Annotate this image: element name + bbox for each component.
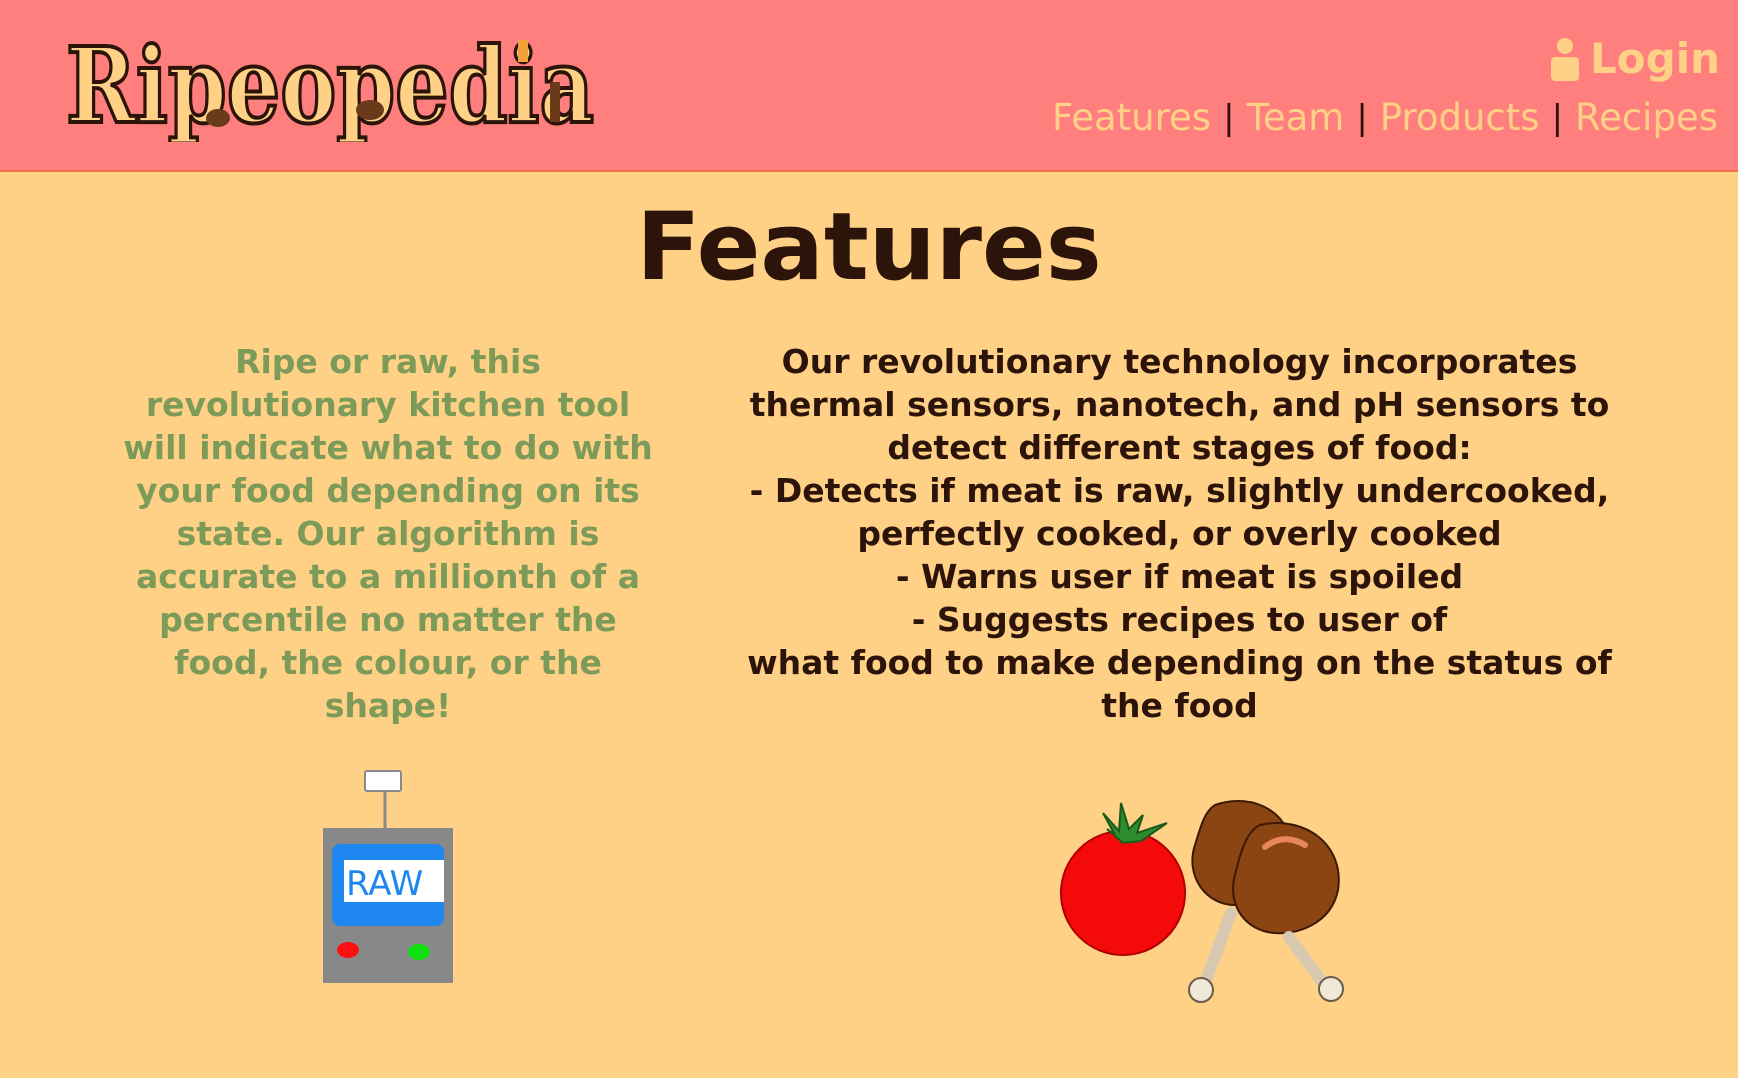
nav-separator: | bbox=[1551, 97, 1564, 138]
tomato-illustration bbox=[1060, 802, 1186, 956]
nav-item-team[interactable]: Team bbox=[1247, 96, 1345, 139]
nav-separator: | bbox=[1356, 97, 1368, 138]
page-title: Features bbox=[636, 193, 1102, 302]
description-line: detect different stages of food: bbox=[887, 428, 1472, 467]
nav-item-recipes[interactable]: Recipes bbox=[1575, 96, 1718, 139]
description-line: - Warns user if meat is spoiled bbox=[895, 557, 1464, 596]
nav-item-features[interactable]: Features bbox=[1052, 96, 1211, 139]
login-link[interactable]: Login bbox=[1550, 34, 1720, 83]
ripeopedia-logo[interactable]: Ripeopedia bbox=[60, 22, 600, 142]
description-line: Our revolutionary technology incorporate… bbox=[781, 342, 1578, 381]
description-line: the food bbox=[1101, 686, 1258, 725]
nav-separator: | bbox=[1223, 97, 1235, 138]
food-illustration bbox=[1060, 800, 1344, 1003]
nav-item-products[interactable]: Products bbox=[1380, 96, 1540, 139]
chicken-drumstick-illustration bbox=[1188, 800, 1344, 1003]
intro-paragraph: Ripe or raw, this revolutionary kitchen … bbox=[123, 342, 653, 725]
description-line: what food to make depending on the statu… bbox=[747, 643, 1612, 682]
description-line: thermal sensors, nanotech, and pH sensor… bbox=[749, 385, 1610, 424]
svg-text:Ripeopedia: Ripeopedia bbox=[66, 24, 594, 142]
description-line: - Suggests recipes to user of bbox=[911, 600, 1448, 639]
main-nav: Features | Team | Products | Recipes bbox=[1052, 96, 1718, 139]
site-header: Ripeopedia Login Features | Team | Produ… bbox=[0, 0, 1738, 172]
person-icon bbox=[1551, 37, 1580, 81]
description-line: perfectly cooked, or overly cooked bbox=[857, 514, 1502, 553]
technology-description: Our revolutionary technology incorporate… bbox=[712, 340, 1647, 727]
login-label: Login bbox=[1590, 34, 1720, 83]
ripeness-meter-illustration: RAW bbox=[323, 770, 453, 983]
description-line: - Detects if meat is raw, slightly under… bbox=[749, 471, 1610, 510]
svg-text:RAW: RAW bbox=[346, 864, 423, 904]
